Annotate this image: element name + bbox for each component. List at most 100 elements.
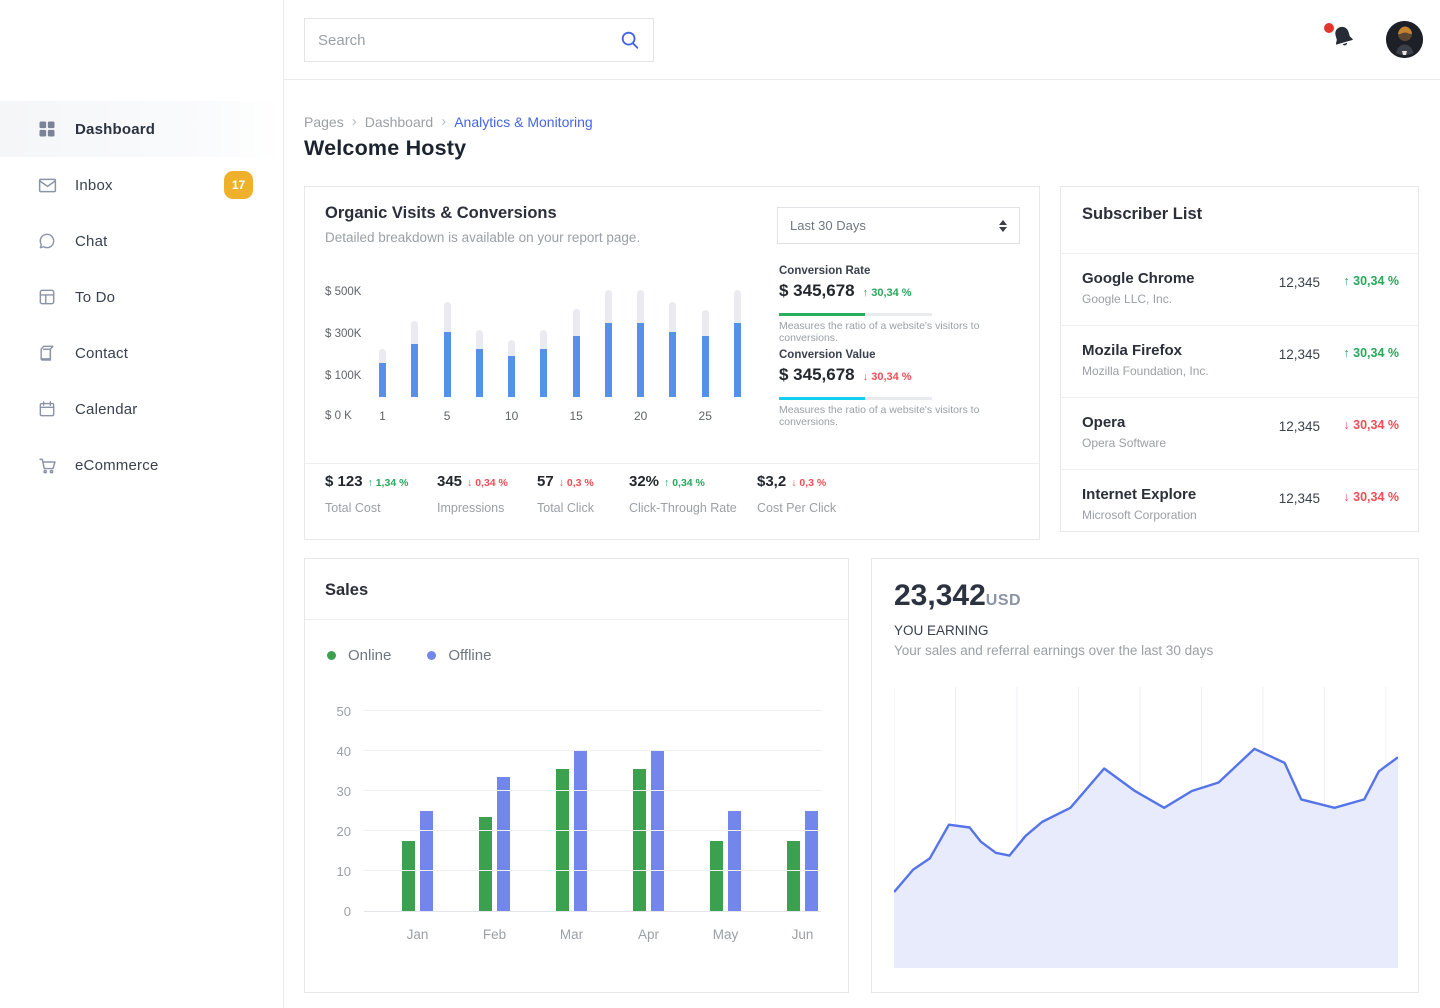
subscriber-row[interactable]: Mozila Firefox Mozilla Foundation, Inc. …: [1061, 325, 1418, 397]
stat-value: $ 123: [325, 473, 363, 490]
stat-click-through-rate: 32%↑ 0,34 % Click-Through Rate: [629, 473, 737, 515]
x-tick-label: Feb: [479, 927, 510, 942]
organic-visits-card: Organic Visits & Conversions Detailed br…: [304, 186, 1040, 540]
envelope-icon: [36, 174, 58, 196]
earnings-subtitle: Your sales and referral earnings over th…: [894, 643, 1213, 658]
organic-bar: [669, 302, 676, 397]
y-tick-label: $ 100K: [325, 370, 371, 382]
period-select[interactable]: Last 30 Days: [777, 207, 1020, 244]
sales-bar-group: [479, 777, 510, 911]
organic-bar: [573, 309, 580, 397]
sidebar-item-todo[interactable]: To Do: [0, 269, 283, 325]
legend-item-online[interactable]: Online: [327, 647, 391, 664]
organic-bar-fill: [734, 323, 741, 397]
subscriber-name: Opera: [1082, 414, 1125, 431]
earnings-currency: USD: [986, 592, 1021, 609]
todo-layout-icon: [36, 286, 58, 308]
sidebar-item-contact[interactable]: Contact: [0, 325, 283, 381]
divider: [305, 619, 848, 620]
gridline: [364, 830, 821, 831]
x-tick-label: Apr: [633, 927, 664, 942]
sales-bar-offline: [805, 811, 818, 911]
card-title: Subscriber List: [1082, 205, 1202, 224]
divider: [305, 463, 1039, 464]
conversion-rate-metric: Conversion Rate $ 345,678↑ 30,34 % Measu…: [779, 265, 1024, 344]
x-tick-label: Jun: [787, 927, 818, 942]
gridline: [364, 750, 821, 751]
stat-value: 57: [537, 473, 554, 490]
sidebar-item-calendar[interactable]: Calendar: [0, 381, 283, 437]
x-tick-label: 10: [505, 409, 518, 423]
organic-bar-fill: [476, 349, 483, 397]
metric-progress-track: [779, 313, 932, 316]
legend-dot: [327, 651, 336, 660]
stat-change: ↓ 0,3 %: [791, 477, 826, 489]
sales-bar-offline: [497, 777, 510, 911]
page-title: Welcome Hosty: [304, 136, 466, 161]
gridline: [364, 790, 821, 791]
metric-progress-fill: [779, 397, 865, 400]
breadcrumb-separator: ›: [352, 113, 357, 130]
metric-progress-fill: [779, 313, 865, 316]
cart-icon: [36, 454, 58, 476]
search-box: [304, 18, 654, 62]
logo-area: [0, 0, 283, 80]
subscriber-row[interactable]: Opera Opera Software 12,345 ↓ 30,34 %: [1061, 397, 1418, 469]
organic-bar-fill: [669, 332, 676, 397]
organic-bar: [379, 349, 386, 397]
stat-label: Total Click: [537, 501, 594, 515]
stat-impressions: 345↓ 0,34 % Impressions: [437, 473, 508, 515]
organic-chart-x-axis: 1510152025: [379, 409, 741, 423]
subscriber-change: ↑ 30,34 %: [1343, 346, 1399, 360]
breadcrumb-analytics[interactable]: Analytics & Monitoring: [454, 114, 593, 130]
stat-total-cost: $ 123↑ 1,34 % Total Cost: [325, 473, 408, 515]
y-tick-label: $ 0 K: [325, 410, 371, 422]
metric-caption: Measures the ratio of a website's visito…: [779, 404, 1024, 428]
metric-label: Conversion Value: [779, 349, 1024, 361]
subscriber-change: ↓ 30,34 %: [1343, 418, 1399, 432]
sales-card: Sales Online Offline 01020304050 JanFebM…: [304, 558, 849, 993]
sales-bar-group: [787, 811, 818, 911]
breadcrumb-pages[interactable]: Pages: [304, 114, 344, 130]
sidebar-item-label: Calendar: [75, 401, 137, 418]
organic-bar-fill: [573, 336, 580, 397]
search-input[interactable]: [305, 32, 619, 49]
chat-bubble-icon: [36, 230, 58, 252]
subscriber-name: Internet Explore: [1082, 486, 1196, 503]
stat-label: Cost Per Click: [757, 501, 836, 515]
subscriber-count: 12,345: [1279, 419, 1320, 434]
sales-bar-online: [787, 841, 800, 911]
sales-bar-offline: [728, 811, 741, 911]
metric-progress-track: [779, 397, 932, 400]
user-avatar[interactable]: [1386, 21, 1423, 58]
organic-bar-fill: [444, 332, 451, 397]
sidebar-item-dashboard[interactable]: Dashboard: [0, 101, 283, 157]
y-tick-label: 30: [327, 784, 351, 799]
y-tick-label: 40: [327, 744, 351, 759]
subscriber-company: Microsoft Corporation: [1082, 508, 1197, 522]
search-icon[interactable]: [619, 29, 641, 51]
sales-chart-x-axis: JanFebMarAprMayJun: [402, 927, 818, 942]
sidebar-item-chat[interactable]: Chat: [0, 213, 283, 269]
subscriber-row[interactable]: Internet Explore Microsoft Corporation 1…: [1061, 469, 1418, 541]
sidebar-item-ecommerce[interactable]: eCommerce: [0, 437, 283, 493]
organic-bar-fill: [379, 363, 386, 397]
stat-label: Impressions: [437, 501, 508, 515]
stat-change: ↓ 0,3 %: [559, 477, 594, 489]
notification-bell-icon[interactable]: [1330, 24, 1364, 58]
sidebar-item-label: Inbox: [75, 177, 113, 194]
breadcrumb-dashboard[interactable]: Dashboard: [365, 114, 434, 130]
x-tick-label: 1: [379, 409, 386, 423]
earnings-title: YOU EARNING: [894, 623, 989, 638]
organic-bar: [637, 290, 644, 397]
sidebar-item-inbox[interactable]: Inbox 17: [0, 157, 283, 213]
subscriber-company: Opera Software: [1082, 436, 1166, 450]
subscriber-row[interactable]: Google Chrome Google LLC, Inc. 12,345 ↑ …: [1061, 253, 1418, 325]
sales-bar-offline: [420, 811, 433, 911]
x-tick-label: 20: [634, 409, 647, 423]
earnings-amount: 23,342USD: [894, 579, 1021, 613]
metric-value: $ 345,678↓ 30,34 %: [779, 365, 1024, 385]
legend-item-offline[interactable]: Offline: [427, 647, 491, 664]
stat-total-click: 57 ↓ 0,3 % Total Click: [537, 473, 594, 515]
stat-change: ↓ 0,34 %: [467, 477, 508, 489]
